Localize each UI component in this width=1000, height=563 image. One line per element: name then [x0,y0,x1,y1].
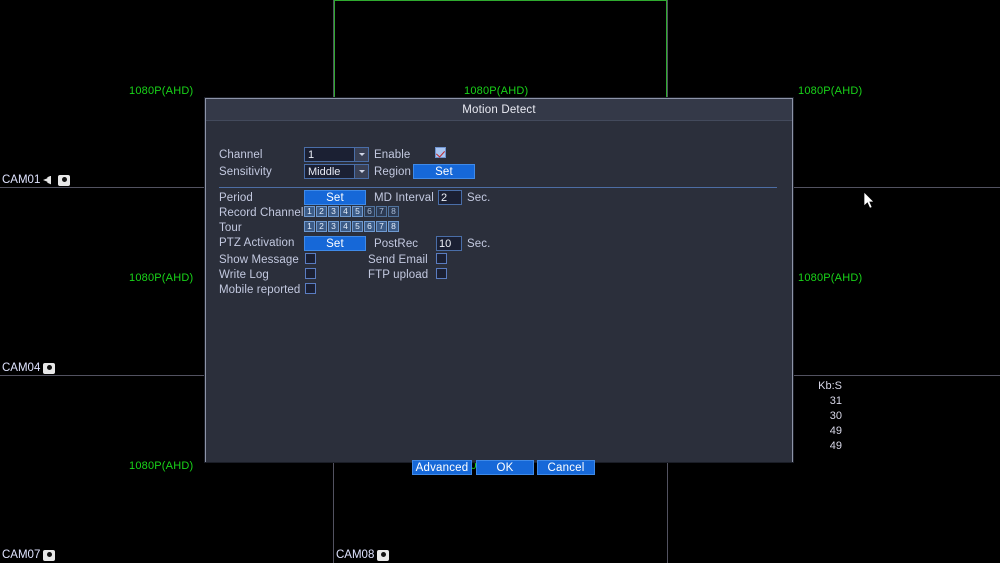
camera-label-text: CAM04 [2,362,41,374]
ptz-activation-label: PTZ Activation [219,237,295,249]
tour-label: Tour [219,222,242,234]
audio-icon [43,175,55,186]
tour-channel-chip-2[interactable]: 2 [316,221,327,232]
record-channel-label: Record Channel [219,207,304,219]
tour-channel-chips[interactable]: 12345678 [304,221,399,232]
tour-channel-chip-4[interactable]: 4 [340,221,351,232]
postrec-input[interactable]: 10 [436,236,462,251]
camera-icon [377,549,390,561]
resolution-label: 1080P(AHD) [129,85,194,97]
resolution-label: 1080P(AHD) [129,460,194,472]
sensitivity-label: Sensitivity [219,166,272,178]
record-channel-chip-2[interactable]: 2 [316,206,327,217]
period-set-button[interactable]: Set [304,190,366,205]
write-log-checkbox[interactable] [305,268,316,279]
send-email-label: Send Email [368,254,428,266]
camera-label-text: CAM01 [2,174,41,186]
resolution-label: 1080P(AHD) [798,272,863,284]
camera-icon [58,174,71,186]
bitrate-value: 31 [829,395,842,407]
dialog-body: Channel 1 Enable Sensitivity Middle Regi… [206,121,792,475]
sensitivity-select-value: Middle [308,165,341,178]
record-channel-chip-3[interactable]: 3 [328,206,339,217]
camera-label-cam08: CAM08 [336,549,390,561]
resolution-label: 1080P(AHD) [129,272,194,284]
channel-label: Channel [219,149,263,161]
dialog-titlebar: Motion Detect [206,99,792,121]
record-channel-chips[interactable]: 12345678 [304,206,399,217]
md-interval-unit: Sec. [467,192,491,204]
tour-channel-chip-3[interactable]: 3 [328,221,339,232]
ftp-upload-label: FTP upload [368,269,429,281]
camera-icon [43,549,56,561]
bitrate-header: Kb:S [818,380,842,392]
region-label: Region [374,166,412,178]
ptz-activation-set-button[interactable]: Set [304,236,366,251]
postrec-unit: Sec. [467,238,491,250]
camera-label-text: CAM07 [2,549,41,561]
send-email-checkbox[interactable] [436,253,447,264]
record-channel-chip-6[interactable]: 6 [364,206,375,217]
advanced-button[interactable]: Advanced [412,460,472,475]
dialog-title: Motion Detect [462,103,536,116]
record-channel-chip-1[interactable]: 1 [304,206,315,217]
resolution-label: 1080P(AHD) [798,85,863,97]
tour-channel-chip-5[interactable]: 5 [352,221,363,232]
postrec-label: PostRec [374,238,419,250]
region-set-button[interactable]: Set [413,164,475,179]
chevron-down-icon [354,165,368,178]
ok-button[interactable]: OK [476,460,534,475]
write-log-label: Write Log [219,269,269,281]
channel-select-value: 1 [308,148,315,161]
chevron-down-icon [354,148,368,161]
motion-detect-dialog: Motion Detect Channel 1 Enable Sensitivi… [205,98,793,475]
md-interval-label: MD Interval [374,192,434,204]
bitrate-stats-panel: Kb:S 31 30 49 49 [790,379,842,454]
cancel-button[interactable]: Cancel [537,460,595,475]
tour-channel-chip-8[interactable]: 8 [388,221,399,232]
show-message-checkbox[interactable] [305,253,316,264]
record-channel-chip-4[interactable]: 4 [340,206,351,217]
camera-label-cam01: CAM01 [2,174,71,186]
enable-label: Enable [374,149,411,161]
period-label: Period [219,192,253,204]
show-message-label: Show Message [219,254,299,266]
camera-label-text: CAM08 [336,549,375,561]
channel-select[interactable]: 1 [304,147,369,162]
camera-label-cam04: CAM04 [2,362,56,374]
camera-label-cam07: CAM07 [2,549,56,561]
tour-channel-chip-6[interactable]: 6 [364,221,375,232]
record-channel-chip-5[interactable]: 5 [352,206,363,217]
tour-channel-chip-1[interactable]: 1 [304,221,315,232]
enable-checkbox[interactable] [435,147,446,158]
camera-icon [43,362,56,374]
bitrate-value: 49 [829,440,842,452]
record-channel-chip-7[interactable]: 7 [376,206,387,217]
bitrate-value: 49 [829,425,842,437]
tour-channel-chip-7[interactable]: 7 [376,221,387,232]
ftp-upload-checkbox[interactable] [436,268,447,279]
section-divider [219,187,777,188]
resolution-label: 1080P(AHD) [464,85,529,97]
md-interval-input[interactable]: 2 [438,190,462,205]
record-channel-chip-8[interactable]: 8 [388,206,399,217]
mobile-reported-label: Mobile reported [219,284,301,296]
sensitivity-select[interactable]: Middle [304,164,369,179]
mobile-reported-checkbox[interactable] [305,283,316,294]
bitrate-value: 30 [829,410,842,422]
